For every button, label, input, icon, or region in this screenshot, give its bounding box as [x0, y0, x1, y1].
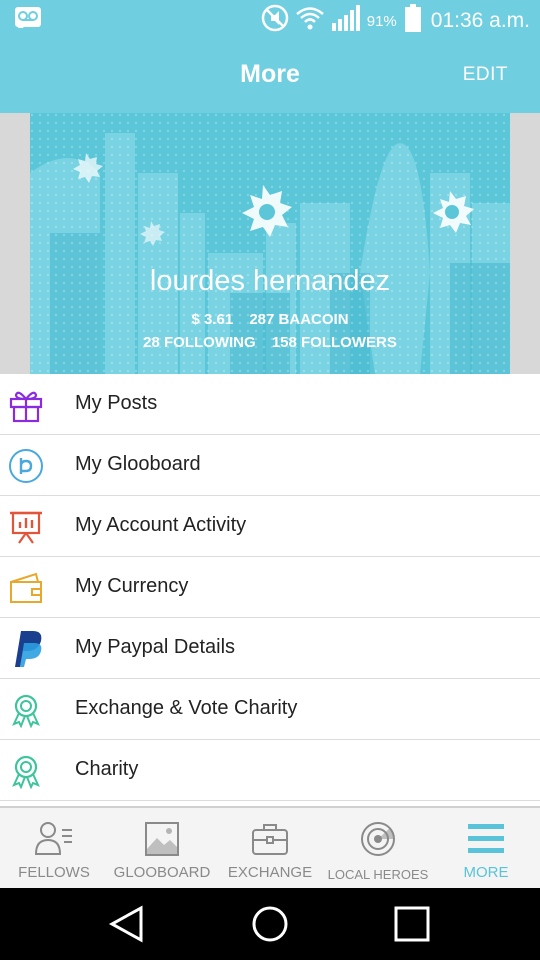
tab-label: MORE [463, 864, 509, 881]
menu-item-label: My Paypal Details [75, 636, 236, 658]
status-time: 01:36 a.m. [430, 9, 530, 32]
menu-item-charity[interactable]: Charity [0, 740, 540, 801]
tab-local-heroes[interactable]: LOCAL HEROES [324, 808, 432, 888]
bottom-nav: FELLOWS GLOOBOARD EXCHANGE LOCAL HEROES … [0, 806, 540, 888]
tab-more[interactable]: MORE [432, 808, 540, 888]
menu-item-label: My Posts [75, 392, 158, 414]
thumb-coin-icon [7, 447, 45, 485]
menu-item-my-posts[interactable]: My Posts [0, 374, 540, 435]
profile-name: lourdes hernandez [149, 265, 391, 297]
gift-icon [7, 386, 45, 424]
edit-button[interactable]: EDIT [463, 64, 508, 86]
profile-balance: $ 3.61 [191, 311, 234, 328]
back-icon[interactable] [107, 904, 147, 944]
radar-icon [358, 820, 398, 858]
menu-item-label: Charity [75, 758, 139, 780]
menu-item-label: Exchange & Vote Charity [75, 697, 298, 719]
menu-item-label: My Currency [75, 575, 189, 597]
profile-following[interactable]: 28 FOLLOWING [143, 334, 256, 351]
menu-item-my-glooboard[interactable]: My Glooboard [0, 435, 540, 496]
profile-banner[interactable]: lourdes hernandez $ 3.61 287 BAACOIN 28 … [30, 113, 510, 374]
tab-glooboard[interactable]: GLOOBOARD [108, 808, 216, 888]
menu-item-label: My Glooboard [75, 453, 201, 475]
profile-banner-container: lourdes hernandez $ 3.61 287 BAACOIN 28 … [0, 113, 540, 374]
menu-item-my-paypal-details[interactable]: My Paypal Details [0, 618, 540, 679]
tab-exchange[interactable]: EXCHANGE [216, 808, 324, 888]
ribbon-award-icon [7, 691, 45, 729]
battery-icon [404, 4, 421, 38]
page-title: More [240, 60, 300, 88]
paypal-icon [7, 630, 45, 668]
profile-balance-row: $ 3.61 287 BAACOIN [30, 311, 510, 328]
profile-follow-row: 28 FOLLOWING 158 FOLLOWERS [30, 334, 510, 351]
menu-item-exchange-vote-charity[interactable]: Exchange & Vote Charity [0, 679, 540, 740]
tab-label: GLOOBOARD [113, 864, 211, 881]
battery-percent: 91% [366, 12, 397, 30]
menu-item-my-currency[interactable]: My Currency [0, 557, 540, 618]
more-menu-list: My Posts My Glooboard My Account Activit… [0, 374, 540, 801]
briefcase-icon [250, 820, 290, 858]
profile-baacoin: 287 BAACOIN [249, 311, 349, 328]
home-icon[interactable] [250, 904, 290, 944]
recents-icon[interactable] [392, 904, 432, 944]
signal-icon [331, 5, 361, 37]
menu-item-my-account-activity[interactable]: My Account Activity [0, 496, 540, 557]
ribbon-award-icon [7, 752, 45, 790]
presentation-chart-icon [7, 508, 45, 546]
menu-item-label: My Account Activity [75, 514, 247, 536]
app-header: More EDIT [0, 40, 540, 113]
tab-fellows[interactable]: FELLOWS [0, 808, 108, 888]
image-icon [142, 820, 182, 858]
profile-followers[interactable]: 158 FOLLOWERS [272, 334, 397, 351]
wallet-icon [7, 569, 45, 607]
wifi-icon [295, 6, 325, 36]
fellows-icon [34, 820, 74, 858]
tab-label: FELLOWS [18, 864, 90, 881]
tab-label: LOCAL HEROES [327, 867, 429, 882]
voicemail-icon [14, 6, 42, 33]
mute-icon [261, 4, 289, 38]
menu-icon [466, 820, 506, 858]
system-nav-bar [0, 888, 540, 960]
tab-label: EXCHANGE [227, 864, 313, 881]
status-bar: 91% 01:36 a.m. [0, 0, 540, 40]
